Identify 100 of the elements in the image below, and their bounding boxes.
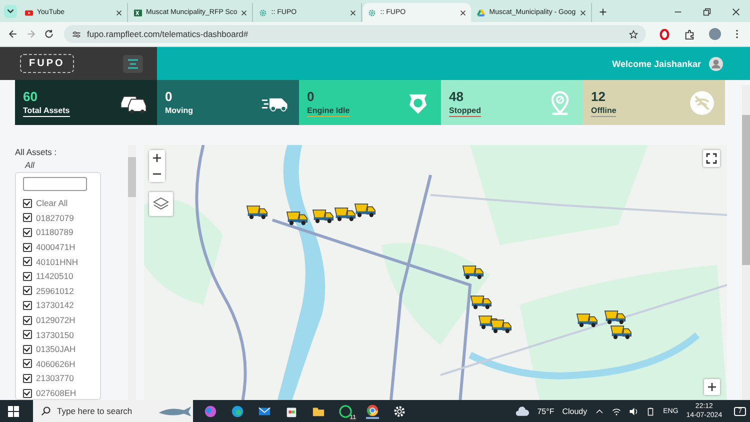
chrome-icon[interactable] <box>366 404 379 418</box>
gear-icon <box>368 8 376 16</box>
selected-filter[interactable]: All <box>25 160 34 170</box>
asset-label[interactable]: 01350JAH <box>36 344 76 354</box>
truck-icon[interactable] <box>354 201 376 218</box>
asset-label[interactable]: 25961012 <box>36 286 74 296</box>
cloud-icon <box>515 406 530 416</box>
close-icon[interactable] <box>732 8 740 16</box>
wifi-off-icon <box>687 90 717 116</box>
star-icon[interactable] <box>629 30 638 38</box>
zoom-in-button[interactable] <box>704 379 720 395</box>
layers-button[interactable] <box>149 192 173 216</box>
settings-icon[interactable] <box>393 404 406 418</box>
asset-label[interactable]: Clear All <box>36 198 68 208</box>
asset-label[interactable]: 0129072H <box>36 315 76 326</box>
stat-card[interactable]: 0 Engine Idle <box>299 80 441 125</box>
checkbox[interactable] <box>23 198 32 208</box>
chat-icon[interactable] <box>339 404 352 418</box>
truck-icon[interactable] <box>462 263 484 280</box>
play-icon <box>25 8 33 16</box>
wifi-icon[interactable] <box>612 406 622 416</box>
stat-value: 12 <box>591 88 606 104</box>
welcome-text: Welcome Jaishankar <box>612 58 701 68</box>
puzzle-icon[interactable] <box>684 28 695 40</box>
temperature-text: 75°F <box>537 406 554 416</box>
chevron-up-icon[interactable] <box>595 406 604 416</box>
asset-label[interactable]: 13730142 <box>36 300 74 310</box>
zoom-out-button[interactable] <box>149 166 165 182</box>
stat-card[interactable]: 60 Total Assets <box>15 80 157 125</box>
browser-icon[interactable] <box>231 404 244 418</box>
truck-icon[interactable] <box>286 209 308 226</box>
new-tab-icon[interactable] <box>598 8 607 16</box>
user-avatar-icon[interactable] <box>709 56 723 70</box>
stat-label: Offline <box>591 106 616 116</box>
asset-label[interactable]: 40101HNH <box>36 256 78 267</box>
ring-icon[interactable] <box>659 28 670 40</box>
asset-label[interactable]: 027608EH <box>36 388 76 398</box>
close-icon[interactable] <box>460 10 466 16</box>
stat-value: 48 <box>449 88 464 104</box>
truck-icon[interactable] <box>246 203 268 220</box>
scrollbar[interactable] <box>742 85 750 400</box>
close-icon[interactable] <box>116 10 122 16</box>
checkbox[interactable] <box>23 359 32 368</box>
close-icon[interactable] <box>350 10 356 16</box>
sliders-icon <box>72 30 81 38</box>
restore-icon[interactable] <box>703 8 711 16</box>
scrollbar[interactable] <box>128 145 136 400</box>
stat-card[interactable]: 0 Moving <box>157 80 299 125</box>
truck-icon[interactable] <box>312 207 334 224</box>
stat-label: Stopped <box>449 106 481 116</box>
checkbox[interactable] <box>23 300 32 310</box>
search-icon <box>41 406 51 416</box>
stat-value: 0 <box>307 88 316 104</box>
asset-label[interactable]: 4000471H <box>36 242 76 252</box>
truck-icon[interactable] <box>610 323 632 340</box>
truck-icon[interactable] <box>490 317 512 334</box>
mail-icon[interactable] <box>258 404 271 418</box>
windows-start-icon[interactable] <box>8 406 19 416</box>
checkbox[interactable] <box>23 374 32 383</box>
back-icon[interactable] <box>8 29 18 39</box>
checkbox[interactable] <box>23 344 32 354</box>
profile-avatar[interactable] <box>709 28 721 40</box>
close-icon[interactable] <box>241 10 248 16</box>
search-field[interactable] <box>23 177 87 191</box>
stat-label: Total Assets <box>23 106 70 116</box>
checkbox[interactable] <box>23 228 32 237</box>
asset-label[interactable]: 13730150 <box>36 330 74 340</box>
asset-label[interactable]: 4060626H <box>36 358 76 369</box>
asset-label[interactable]: 11420510 <box>36 271 74 282</box>
speaker-icon[interactable] <box>629 406 638 416</box>
reload-icon[interactable] <box>44 29 54 39</box>
copilot-icon[interactable] <box>204 404 217 418</box>
truck-icon[interactable] <box>334 205 356 222</box>
truck-icon[interactable] <box>604 308 626 325</box>
asset-label[interactable]: 01180789 <box>36 227 74 238</box>
checkbox[interactable] <box>23 242 32 252</box>
filter-label: All Assets : <box>15 147 58 157</box>
checkbox[interactable] <box>23 286 32 296</box>
stat-value: 0 <box>165 88 174 104</box>
checkbox[interactable] <box>23 388 32 398</box>
close-icon[interactable] <box>580 10 586 16</box>
stat-value: 60 <box>23 88 38 104</box>
stat-card[interactable]: 12 Offline <box>583 80 725 125</box>
checkbox[interactable] <box>23 272 32 281</box>
checkbox[interactable] <box>23 213 32 222</box>
battery-icon[interactable] <box>646 406 656 416</box>
stat-card[interactable]: 48 Stopped <box>441 80 583 125</box>
taskbar-search-field[interactable]: Type here to search <box>33 400 193 422</box>
tab-list-button[interactable] <box>4 5 17 18</box>
zoom-in-button[interactable] <box>149 150 165 166</box>
address-bar[interactable]: fupo.rampfleet.com/telematics-dashboard# <box>64 25 646 43</box>
checkbox[interactable] <box>23 316 32 325</box>
asset-label[interactable]: 21303770 <box>36 373 74 384</box>
checkbox[interactable] <box>23 330 32 340</box>
truck-icon[interactable] <box>576 311 598 328</box>
fullscreen-button[interactable] <box>703 150 720 167</box>
asset-label[interactable]: 01827079 <box>36 212 74 223</box>
checkbox[interactable] <box>23 257 32 266</box>
truck-icon[interactable] <box>470 293 492 310</box>
menu-button[interactable] <box>123 54 143 72</box>
